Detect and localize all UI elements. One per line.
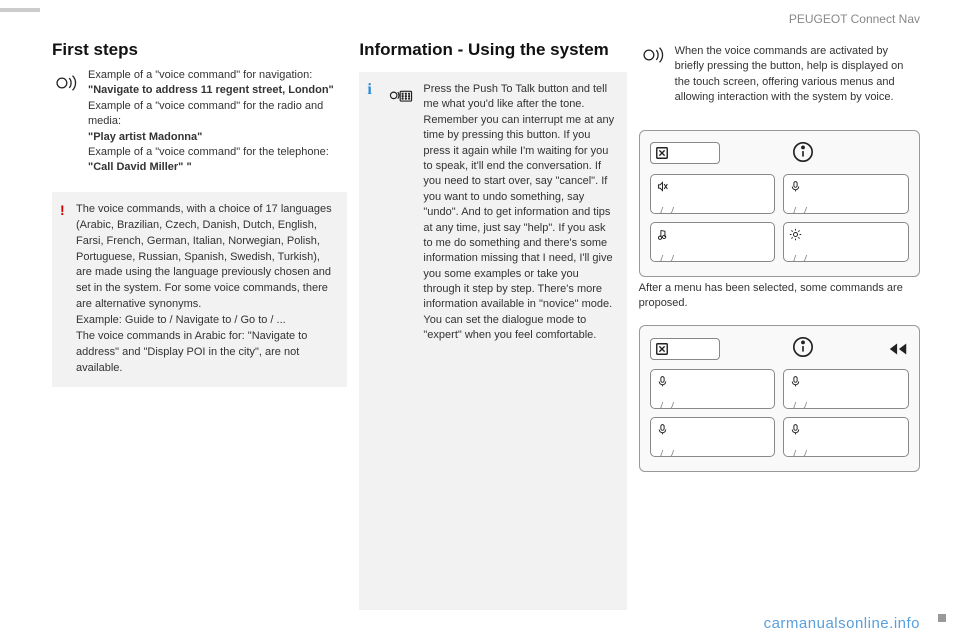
music-note-icon — [656, 228, 669, 241]
screen1-top-row — [650, 141, 909, 166]
close-icon — [655, 146, 669, 160]
voice-activation-text: When the voice commands are activated by… — [675, 44, 920, 106]
warning-card: ! The voice commands, with a choice of 1… — [52, 192, 347, 387]
mute-icon — [656, 180, 669, 193]
brand-header: PEUGEOT Connect Nav — [789, 12, 920, 26]
page-edge-strip — [0, 8, 40, 12]
page-columns: First steps Example of a "voice command"… — [0, 0, 960, 640]
touch-screen-menu-1 — [639, 130, 920, 277]
microphone-icon — [656, 423, 669, 436]
voice-bold-3: "Call David Miller" " — [88, 161, 192, 173]
info-text: Press the Push To Talk button and tell m… — [423, 82, 616, 344]
voice-examples-text: Example of a "voice command" for navigat… — [88, 68, 347, 176]
screen2-top-row — [650, 336, 909, 361]
voice-bold-1: "Navigate to address 11 regent street, L… — [88, 84, 334, 96]
screen1-grid — [650, 174, 909, 262]
voice-waves-icon — [639, 40, 667, 114]
tile-mic-2d[interactable] — [783, 417, 909, 457]
voice-line-2: Example of a "voice command" for the rad… — [88, 100, 323, 127]
heading-first-steps: First steps — [52, 40, 347, 60]
close-icon — [655, 342, 669, 356]
tile-mute[interactable] — [650, 174, 776, 214]
display-keypad-icon — [387, 82, 415, 344]
exclamation-icon: ! — [60, 200, 65, 220]
touch-screen-menu-2 — [639, 325, 920, 472]
heading-information: Information - Using the system — [359, 40, 626, 60]
tile-music[interactable] — [650, 222, 776, 262]
microphone-icon — [789, 423, 802, 436]
info-card: i Press the Push To Talk button and tell… — [359, 72, 626, 610]
screen2-tab[interactable] — [650, 338, 720, 360]
column-first-steps: First steps Example of a "voice command"… — [52, 40, 347, 610]
microphone-icon — [789, 180, 802, 193]
screen2-grid — [650, 369, 909, 457]
tile-mic-2a[interactable] — [650, 369, 776, 409]
tile-mic-1[interactable] — [783, 174, 909, 214]
column-screens: When the voice commands are activated by… — [639, 40, 920, 610]
voice-bold-2: "Play artist Madonna" — [88, 131, 202, 143]
warning-text: The voice commands, with a choice of 17 … — [76, 202, 335, 377]
gear-icon — [789, 228, 802, 241]
column-information: Information - Using the system i Press t… — [359, 40, 626, 610]
info-icon[interactable] — [792, 336, 814, 361]
tile-gear[interactable] — [783, 222, 909, 262]
voice-waves-icon — [52, 68, 80, 176]
info-i-icon: i — [367, 78, 371, 102]
rewind-icon[interactable] — [887, 338, 909, 360]
after-menu-text: After a menu has been selected, some com… — [639, 281, 920, 312]
screen1-tab[interactable] — [650, 142, 720, 164]
tile-mic-2b[interactable] — [783, 369, 909, 409]
voice-line-3: Example of a "voice command" for the tel… — [88, 146, 329, 158]
voice-examples-block: Example of a "voice command" for navigat… — [52, 68, 347, 176]
voice-activation-block: When the voice commands are activated by… — [639, 40, 920, 114]
microphone-icon — [789, 375, 802, 388]
tile-mic-2c[interactable] — [650, 417, 776, 457]
page-indicator-square — [938, 614, 946, 622]
voice-line-1: Example of a "voice command" for navigat… — [88, 69, 312, 81]
info-icon[interactable] — [792, 141, 814, 166]
microphone-icon — [656, 375, 669, 388]
